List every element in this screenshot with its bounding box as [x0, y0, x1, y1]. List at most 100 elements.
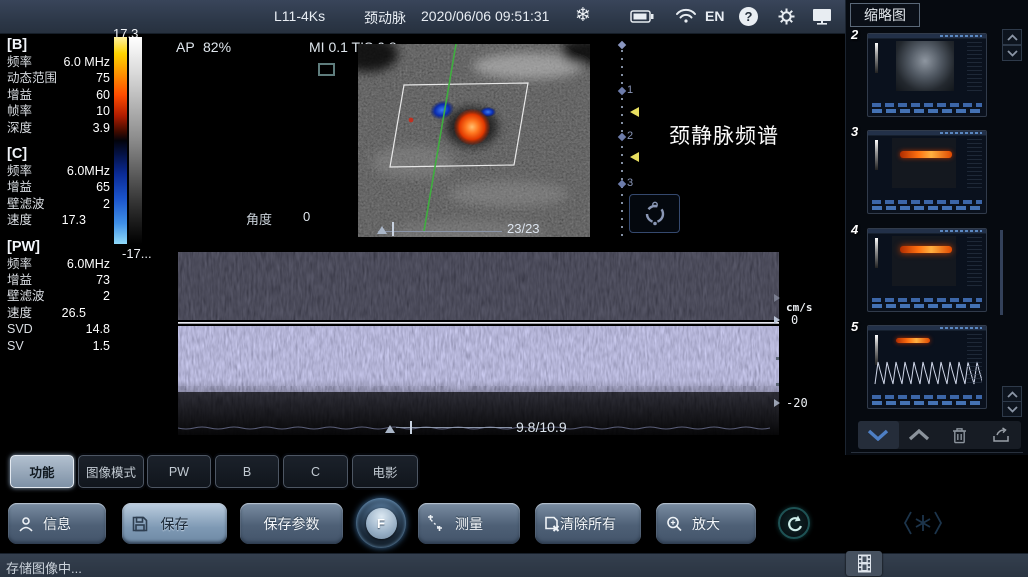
page-up-button[interactable] — [899, 421, 940, 449]
update-button[interactable] — [778, 507, 810, 539]
zoom-button[interactable]: 放大 — [656, 503, 756, 544]
param-value: 60 — [96, 87, 110, 103]
thumbnail-item[interactable] — [867, 325, 987, 409]
baseline-arrow-icon[interactable] — [774, 316, 780, 324]
thumbnail-item[interactable] — [867, 33, 987, 117]
language-toggle[interactable]: EN — [705, 8, 724, 24]
scroll-up-button[interactable] — [1002, 29, 1022, 45]
velocity-unit: cm/s — [786, 301, 813, 314]
clear-all-label: 清除所有 — [560, 514, 616, 534]
save-params-button[interactable]: 保存参数 — [240, 503, 343, 544]
f-knob[interactable]: F — [356, 498, 406, 548]
b-mode-params: [B] 频率6.0 MHz 动态范围75 增益60 帧率10 深度3.9 — [7, 36, 110, 136]
thumbnail-toolbar — [858, 421, 1021, 449]
settings-button[interactable] — [777, 7, 796, 26]
thumb-menu-dots — [940, 35, 982, 37]
spectrum-slider-handle[interactable] — [410, 421, 412, 434]
param-value: 65 — [96, 179, 110, 195]
b-mode-image[interactable] — [358, 44, 590, 237]
thumb-buttons — [872, 298, 982, 302]
clear-icon — [544, 515, 561, 532]
param-label: SV — [7, 338, 24, 354]
scale-tick-icon — [774, 399, 780, 407]
rotate-icon — [642, 201, 668, 227]
cine-slider-handle[interactable] — [392, 222, 394, 236]
measure-button[interactable]: 测量 — [418, 503, 520, 544]
param-value: 6.0MHz — [67, 163, 110, 179]
pw-mode-params: [PW] 频率6.0MHz 增益73 壁滤波2 速度26.5 SVD14.8 S… — [7, 238, 110, 354]
depth-number: 1 — [627, 84, 633, 96]
thumb-buttons — [872, 109, 982, 113]
pw-spectrum[interactable] — [178, 250, 779, 438]
param-value: 6.0MHz — [67, 256, 110, 272]
thumb-buttons — [872, 200, 982, 204]
scale-dot — [776, 357, 779, 360]
focus-marker-icon[interactable] — [630, 107, 639, 117]
help-button[interactable]: ? — [739, 7, 758, 26]
film-icon — [857, 554, 872, 573]
thumb-image — [892, 236, 956, 286]
param-label: 深度 — [7, 120, 32, 136]
tab-b[interactable]: B — [215, 455, 279, 488]
scale-tick-icon — [774, 294, 780, 302]
depth-number: 2 — [627, 130, 633, 142]
thumb-buttons — [872, 401, 982, 405]
freeze-button[interactable] — [901, 506, 945, 540]
depth-marker — [618, 133, 626, 141]
thumb-doppler-flow — [900, 246, 952, 253]
thumbnail-number: 4 — [851, 222, 867, 237]
scrollbar-thumb[interactable] — [1000, 230, 1003, 315]
scale-dot — [776, 383, 779, 386]
measure-label: 测量 — [455, 514, 483, 534]
page-down-button[interactable] — [858, 421, 899, 449]
thumb-menu-dots — [940, 327, 982, 329]
display-button[interactable] — [812, 8, 833, 25]
info-button[interactable]: 信息 — [8, 503, 106, 544]
spectrum-slider-track[interactable] — [396, 427, 512, 428]
frame-counter: 23/23 — [507, 221, 540, 236]
thumbnail-panel: 缩略图 2 3 4 5 — [845, 0, 1028, 455]
caliper-icon — [426, 515, 444, 533]
baseline-value: 0 — [791, 313, 798, 327]
param-value: 73 — [96, 272, 110, 288]
datetime: 2020/06/06 09:51:31 — [421, 8, 549, 24]
thumb-menu-dots — [940, 230, 982, 232]
thumbnail-tab[interactable]: 缩略图 — [850, 3, 920, 27]
clear-all-button[interactable]: 清除所有 — [535, 503, 641, 544]
delete-button[interactable] — [940, 421, 981, 449]
freeze-snowflake-icon — [901, 507, 945, 539]
focus-marker-icon[interactable] — [630, 152, 639, 162]
colorbar-min: -17... — [122, 246, 152, 261]
c-mode-title: [C] — [7, 145, 110, 163]
tab-functions[interactable]: 功能 — [10, 455, 74, 488]
acoustic-power-value: 82% — [203, 39, 231, 55]
scroll-down-button[interactable] — [1002, 45, 1022, 61]
annotation-text[interactable]: 颈静脉频谱 — [669, 120, 779, 150]
param-label: 增益 — [7, 272, 32, 288]
probe-mark-button[interactable] — [629, 194, 680, 233]
tab-image-mode[interactable]: 图像模式 — [78, 455, 144, 488]
param-value: 1.5 — [93, 338, 110, 354]
thumb-params — [967, 42, 982, 94]
param-label: 壁滤波 — [7, 196, 45, 212]
thumb-menu-dots — [940, 132, 982, 134]
tab-cine[interactable]: 电影 — [352, 455, 418, 488]
export-button[interactable] — [980, 421, 1021, 449]
battery-icon — [630, 10, 654, 23]
cine-save-indicator[interactable] — [846, 551, 882, 576]
param-label: 频率 — [7, 256, 32, 272]
cine-slider-marker[interactable] — [377, 226, 387, 234]
tab-c[interactable]: C — [283, 455, 348, 488]
spectrum-slider-marker[interactable] — [385, 425, 395, 433]
tab-pw[interactable]: PW — [147, 455, 211, 488]
save-button[interactable]: 保存 — [122, 503, 227, 544]
chevron-up-icon — [908, 429, 930, 441]
thumbnail-item[interactable] — [867, 130, 987, 214]
cine-slider-track[interactable] — [378, 231, 502, 232]
angle-value: 0 — [303, 209, 310, 224]
thumbnail-item[interactable] — [867, 228, 987, 312]
doppler-colorbar — [114, 37, 127, 244]
scroll-up-button[interactable] — [1002, 386, 1022, 402]
param-value: 2 — [103, 288, 110, 304]
scroll-down-button[interactable] — [1002, 401, 1022, 417]
